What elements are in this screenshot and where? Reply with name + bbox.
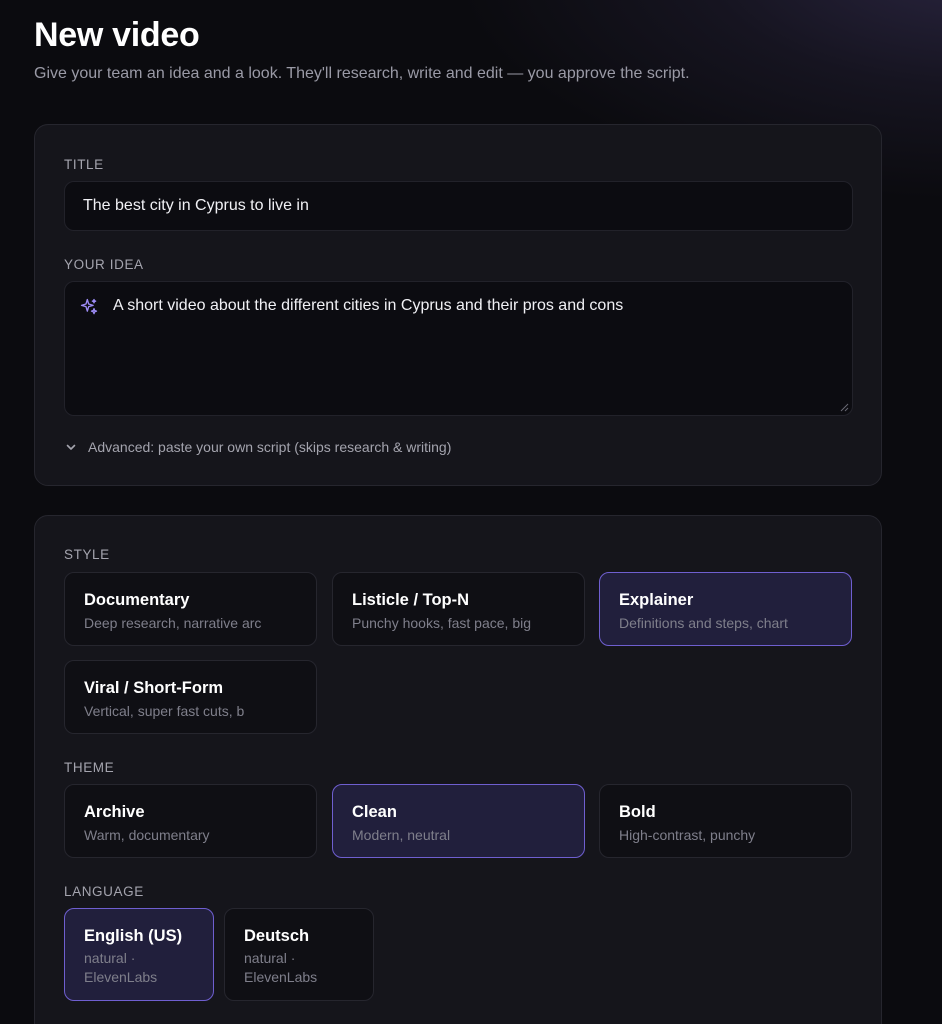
title-input[interactable]: The best city in Cyprus to live in [64,181,853,231]
theme-option-clean[interactable]: Clean Modern, neutral [332,784,585,858]
option-name: Listicle / Top-N [352,591,470,609]
title-label: TITLE [64,157,104,172]
style-option-explainer[interactable]: Explainer Definitions and steps, chart [599,572,852,646]
language-label: LANGUAGE [64,884,144,899]
advanced-script-toggle[interactable]: Advanced: paste your own script (skips r… [64,439,451,455]
style-option-viral[interactable]: Viral / Short-Form Vertical, super fast … [64,660,317,734]
option-desc: Deep research, narrative arc [84,615,262,631]
option-desc: Warm, documentary [84,827,210,843]
theme-label: THEME [64,760,115,775]
look-card: STYLE Documentary Deep research, narrati… [34,515,882,1024]
option-name: Archive [84,803,145,821]
idea-textarea[interactable]: A short video about the different cities… [64,281,853,416]
page-subtitle: Give your team an idea and a look. They'… [34,65,690,82]
option-name: English (US) [84,927,183,945]
option-desc: High-contrast, punchy [619,827,756,843]
option-desc: Modern, neutral [352,827,451,843]
option-desc: natural · ElevenLabs [244,950,318,985]
option-name: Bold [619,803,656,821]
title-input-value: The best city in Cyprus to live in [83,197,309,214]
style-label: STYLE [64,547,110,562]
option-desc: Vertical, super fast cuts, b [84,703,245,719]
resize-handle-icon[interactable] [839,402,849,412]
style-option-listicle[interactable]: Listicle / Top-N Punchy hooks, fast pace… [332,572,585,646]
option-name: Explainer [619,591,694,609]
option-name: Deutsch [244,927,310,945]
sparkle-icon [80,298,98,315]
style-option-documentary[interactable]: Documentary Deep research, narrative arc [64,572,317,646]
idea-textarea-value: A short video about the different cities… [113,297,624,314]
option-name: Documentary [84,591,190,609]
language-option-english-us[interactable]: English (US) natural · ElevenLabs [64,908,214,1001]
option-desc: Punchy hooks, fast pace, big [352,615,531,631]
language-option-deutsch[interactable]: Deutsch natural · ElevenLabs [224,908,374,1001]
option-name: Viral / Short-Form [84,679,224,697]
chevron-down-icon [66,444,76,450]
page-title: New video [34,16,200,54]
option-desc: natural · ElevenLabs [84,950,158,985]
option-name: Clean [352,803,397,821]
idea-card: TITLE The best city in Cyprus to live in… [34,124,882,486]
theme-option-archive[interactable]: Archive Warm, documentary [64,784,317,858]
option-desc: Definitions and steps, chart [619,615,788,631]
theme-option-bold[interactable]: Bold High-contrast, punchy [599,784,852,858]
idea-label: YOUR IDEA [64,257,144,272]
advanced-script-label: Advanced: paste your own script (skips r… [88,439,452,455]
